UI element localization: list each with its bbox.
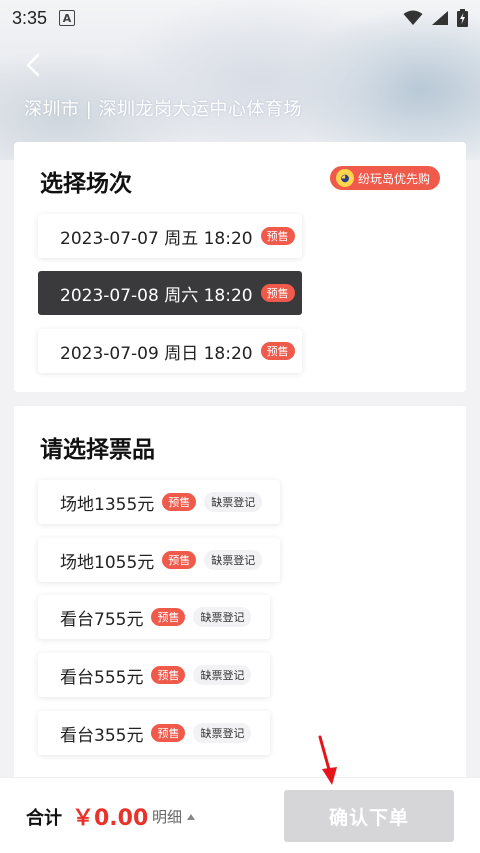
ticket-option[interactable]: 看台555元 预售 缺票登记 [38,653,270,697]
notification-a-icon: A [59,10,76,26]
priority-purchase-label: 纷玩岛优先购 [357,171,430,186]
ticket-card: 请选择票品 场地1355元 预售 缺票登记 场地1055元 预售 缺票登记 看台… [14,406,466,786]
confirm-order-button[interactable]: 确认下单 [284,790,454,842]
waitlist-tag: 缺票登记 [204,550,263,570]
total-amount: ￥0.00 [72,806,149,831]
checkout-bar: 合计 ￥0.00 明细 确认下单 [0,777,480,853]
red-arrow-annotation-icon [318,735,337,785]
battery-charging-icon [457,9,468,27]
ticket-option[interactable]: 看台755元 预售 缺票登记 [38,595,270,639]
ticket-option[interactable]: 看台355元 预售 缺票登记 [38,711,270,755]
venue-title: 深圳市 | 深圳龙岗大运中心体育场 [24,99,303,120]
mascot-icon: ◕ [335,169,354,187]
waitlist-tag: 缺票登记 [193,665,252,685]
ticket-option-label: 看台355元 [60,725,144,746]
session-option-label: 2023-07-07 周五 18:20 [60,228,253,249]
priority-purchase-badge[interactable]: ◕ 纷玩岛优先购 [329,166,440,190]
waitlist-tag: 缺票登记 [204,492,263,512]
presale-tag: 预售 [151,724,186,742]
ticket-option[interactable]: 场地1055元 预售 缺票登记 [38,538,280,582]
chevron-left-icon [26,53,40,77]
session-option-label: 2023-07-08 周六 18:20 [60,285,253,306]
presale-tag: 预售 [162,551,197,569]
detail-label: 明细 [152,808,183,826]
session-option[interactable]: 2023-07-07 周五 18:20 预售 [38,214,302,258]
presale-tag: 预售 [260,227,295,245]
price-detail-toggle[interactable]: 明细 [152,806,196,827]
ticket-option-label: 场地1355元 [60,494,155,515]
presale-tag: 预售 [260,284,295,302]
session-option[interactable]: 2023-07-09 周日 18:20 预售 [38,329,302,373]
status-time: 3:35 [12,7,48,28]
caret-up-icon [187,813,196,820]
ticket-option-label: 看台555元 [60,667,144,688]
signal-icon [432,11,448,25]
presale-tag: 预售 [151,666,186,684]
status-bar: 3:35 A [0,0,480,36]
ticket-option-label: 看台755元 [60,609,144,630]
presale-tag: 预售 [260,342,295,360]
waitlist-tag: 缺票登记 [193,723,252,743]
ticket-option[interactable]: 场地1355元 预售 缺票登记 [38,480,280,524]
waitlist-tag: 缺票登记 [193,607,252,627]
presale-tag: 预售 [151,608,186,626]
ticket-option-label: 场地1055元 [60,552,155,573]
session-option-label: 2023-07-09 周日 18:20 [60,343,253,364]
ticket-section-title: 请选择票品 [40,437,155,463]
session-card: 选择场次 ◕ 纷玩岛优先购 2023-07-07 周五 18:20 预售 202… [14,142,466,392]
session-section-title: 选择场次 [40,171,132,197]
wifi-icon [403,10,423,25]
session-option-selected[interactable]: 2023-07-08 周六 18:20 预售 [38,271,302,315]
back-button[interactable] [22,52,44,78]
presale-tag: 预售 [162,493,197,511]
total-label: 合计 [26,808,62,829]
